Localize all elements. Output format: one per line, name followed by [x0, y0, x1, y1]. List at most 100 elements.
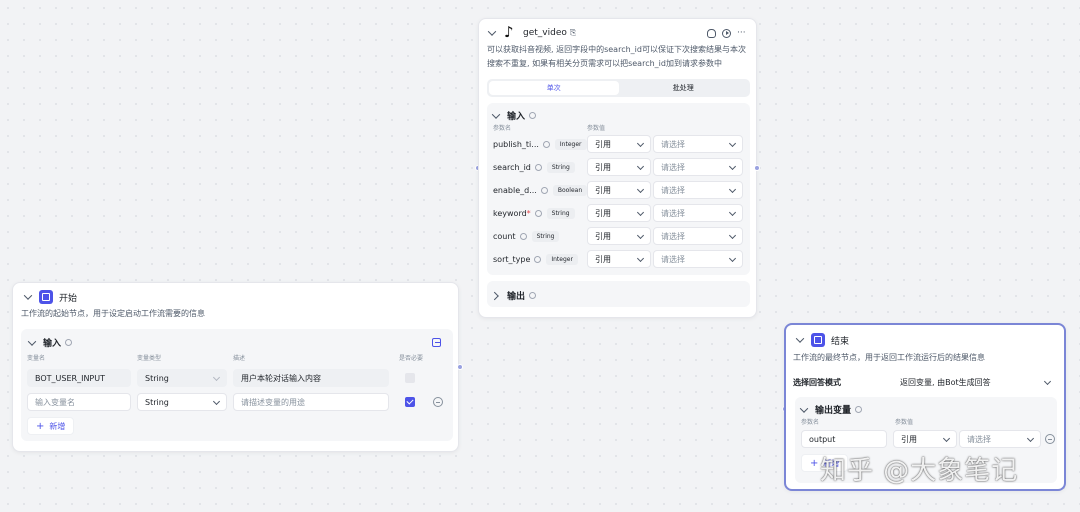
param-value-select[interactable]: 请选择 [653, 135, 743, 153]
param-row: search_id String 引用 请选择 [487, 158, 750, 178]
more-icon[interactable]: ··· [737, 28, 746, 38]
run-icon[interactable] [722, 28, 731, 38]
start-node[interactable]: 开始 工作流的起始节点，用于设定启动工作流需要的信息 输入 变量名 变量类型 描… [12, 282, 459, 452]
info-icon [542, 141, 550, 148]
get-video-node[interactable]: get_video ⎘ ··· 可以获取抖音视频, 返回字段中的search_i… [478, 18, 757, 318]
output-name-field[interactable]: output [801, 430, 887, 448]
document-icon: ⎘ [569, 28, 577, 37]
variable-name-field: BOT_USER_INPUT [27, 369, 131, 387]
param-mode-select[interactable]: 引用 [587, 181, 651, 199]
end-node-title: 结束 [831, 336, 850, 347]
end-node-description: 工作流的最终节点，用于返回工作流运行后的结果信息 [793, 353, 985, 362]
param-name: enable_d... [493, 186, 537, 195]
answer-mode-label: 选择回答模式 [793, 378, 841, 387]
param-row: keyword * String 引用 请选择 [487, 204, 750, 224]
param-name: keyword [493, 209, 527, 218]
param-type-tag: Integer [546, 254, 578, 265]
info-icon [529, 112, 537, 119]
param-value-select[interactable]: 请选择 [653, 204, 743, 222]
input-collapse-chevron-icon[interactable] [27, 338, 37, 348]
column-header-param-name: 参数名 [801, 419, 820, 426]
param-row: publish_ti... Integer 引用 请选择 [487, 135, 750, 155]
variable-description-input[interactable]: 请描述变量的用途 [233, 393, 389, 411]
start-node-output-port[interactable] [457, 364, 463, 370]
param-name: count [493, 232, 516, 241]
info-icon [855, 406, 863, 413]
variable-type-select[interactable]: String [137, 393, 227, 411]
tab-single[interactable]: 单次 [489, 81, 619, 95]
collapse-chevron-icon[interactable] [795, 335, 805, 345]
param-value-select[interactable]: 请选择 [653, 227, 743, 245]
add-variable-label: 新增 [49, 421, 66, 431]
param-mode-select[interactable]: 引用 [587, 135, 651, 153]
param-row: sort_type Integer 引用 请选择 [487, 250, 750, 270]
start-node-icon [39, 290, 53, 304]
required-marker: * [526, 209, 531, 218]
end-node-icon [811, 333, 825, 347]
param-row: count String 引用 请选择 [487, 227, 750, 247]
input-collapse-chevron-icon[interactable] [491, 111, 501, 121]
param-value-select[interactable]: 请选择 [653, 158, 743, 176]
start-node-title: 开始 [59, 293, 78, 304]
column-header-param-value: 参数值 [587, 125, 606, 132]
remove-row-icon[interactable] [1045, 434, 1055, 444]
required-checkbox[interactable] [405, 397, 415, 407]
param-type-tag: Boolean [552, 185, 588, 196]
start-node-description: 工作流的起始节点，用于设定启动工作流需要的信息 [21, 309, 205, 318]
column-header-description: 描述 [233, 355, 246, 362]
output-expand-chevron-icon[interactable] [491, 291, 501, 301]
info-icon [540, 187, 548, 194]
variable-name-input[interactable]: 输入变量名 [27, 393, 131, 411]
plus-icon: + [810, 457, 819, 469]
param-mode-select[interactable]: 引用 [587, 158, 651, 176]
collapse-chevron-icon[interactable] [23, 292, 33, 302]
column-header-param-name: 参数名 [493, 125, 512, 132]
required-checkbox [405, 373, 415, 383]
info-icon [529, 292, 537, 299]
info-icon [519, 233, 527, 240]
export-icon[interactable] [432, 338, 441, 347]
info-icon [534, 256, 542, 263]
param-mode-select[interactable]: 引用 [587, 227, 651, 245]
add-variable-button[interactable]: + 新增 [27, 417, 75, 435]
param-name: publish_ti... [493, 140, 539, 149]
cloud-off-icon[interactable] [707, 28, 716, 38]
param-row: enable_d... Boolean 引用 请选择 [487, 181, 750, 201]
video-node-output-port[interactable] [754, 165, 760, 171]
tab-batch[interactable]: 批处理 [619, 81, 749, 95]
watermark: 知乎 @大象笔记 [820, 456, 1019, 486]
output-mode-select[interactable]: 引用 [893, 430, 957, 448]
plus-icon: + [36, 420, 45, 432]
collapse-chevron-icon[interactable] [487, 28, 497, 38]
param-mode-select[interactable]: 引用 [587, 204, 651, 222]
param-type-tag: String [546, 162, 575, 173]
column-header-param-value: 参数值 [895, 419, 914, 426]
param-name: search_id [493, 163, 531, 172]
output-section-title: 输出变量 [815, 406, 852, 416]
start-input-section: 输入 变量名 变量类型 描述 是否必要 BOT_USER_INPUT Strin… [21, 329, 453, 441]
info-icon [65, 339, 73, 346]
param-type-tag: Integer [554, 139, 587, 150]
variable-description-field: 用户本轮对话输入内容 [233, 369, 389, 387]
column-header-type: 变量类型 [137, 355, 162, 362]
param-value-select[interactable]: 请选择 [653, 250, 743, 268]
output-collapse-chevron-icon[interactable] [799, 405, 809, 415]
param-type-tag: String [531, 231, 560, 242]
column-header-name: 变量名 [27, 355, 46, 362]
param-type-tag: String [546, 208, 575, 219]
tiktok-icon [503, 23, 517, 41]
answer-mode-select[interactable]: 返回变量, 由Bot生成回答 [892, 373, 1058, 391]
video-output-section[interactable]: 输出 [487, 281, 750, 307]
info-icon [534, 164, 542, 171]
output-value-select[interactable]: 请选择 [959, 430, 1041, 448]
param-name: sort_type [493, 255, 531, 264]
input-section-title: 输入 [43, 339, 62, 349]
remove-row-icon[interactable] [433, 397, 443, 407]
video-node-description: 可以获取抖音视频, 返回字段中的search_id可以保证下次搜索结果与本次搜索… [487, 45, 746, 68]
input-section-title: 输入 [507, 112, 526, 122]
video-input-section: 输入 参数名 参数值 publish_ti... Integer 引用 请选择 s… [487, 103, 750, 275]
param-mode-select[interactable]: 引用 [587, 250, 651, 268]
param-value-select[interactable]: 请选择 [653, 181, 743, 199]
info-icon [534, 210, 542, 217]
mode-tabs: 单次 批处理 [487, 79, 750, 97]
